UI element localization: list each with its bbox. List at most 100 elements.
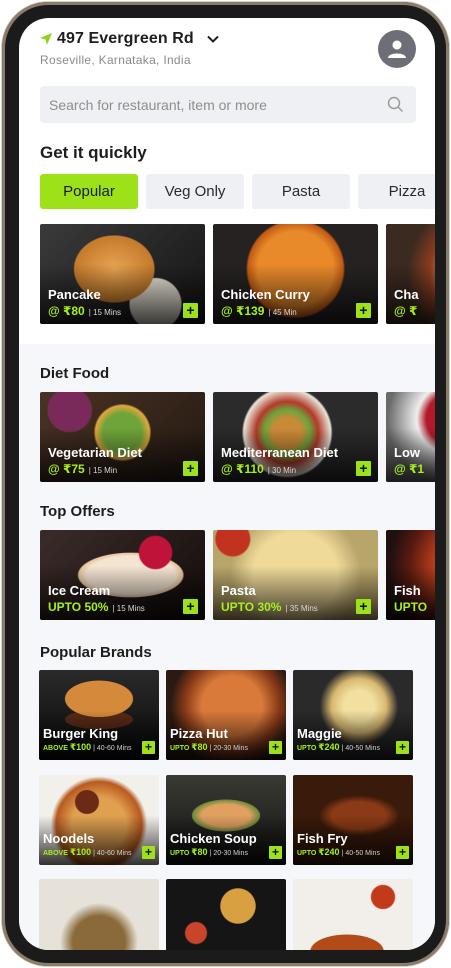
plus-icon[interactable]: + [356,461,371,476]
brand-offer: UPTO ₹240 | 40-50 Mins [297,847,380,858]
time: | 45 Min [268,308,297,317]
time: | 30 Min [267,466,297,475]
food-card-vegetarian-diet[interactable]: Vegetarian Diet @ ₹75 | 15 Min + [40,392,205,482]
card-price: @ ₹75 | 15 Min [48,462,117,476]
plus-icon[interactable]: + [183,303,198,318]
section-title-get-it-quickly: Get it quickly [40,143,147,162]
offer-amount: ₹80 [191,847,208,857]
card-price: UPTO 50% | 15 Mins [48,600,145,614]
food-card-fish-partial[interactable]: Fish UPTO [386,530,435,620]
brand-card-chicken-soup[interactable]: Chicken Soup UPTO ₹80 | 20-30 Mins + [166,775,286,865]
price: @ ₹1 [394,462,425,476]
brand-card-fish-fry[interactable]: Fish Fry UPTO ₹240 | 40-50 Mins + [293,775,413,865]
search-input[interactable] [40,86,416,123]
offer-prefix: UPTO [297,850,317,857]
food-card-mediterranean-diet[interactable]: Mediterranean Diet @ ₹110 | 30 Min + [213,392,378,482]
plus-icon[interactable]: + [396,741,409,754]
card-price: @ ₹80 | 15 Mins [48,304,121,318]
brand-title: Chicken Soup [170,831,257,846]
time: | 35 Mins [285,604,318,613]
price: @ ₹110 [221,462,264,476]
food-card-chicken-curry[interactable]: Chicken Curry @ ₹139 | 45 Min + [213,224,378,324]
card-price: @ ₹110 | 30 Min [221,462,296,476]
brand-title: Pizza Hut [170,726,228,741]
location-title: 497 Evergreen Rd [57,30,194,47]
chip-pasta[interactable]: Pasta [252,174,350,209]
offer-amount: ₹100 [69,847,92,857]
time: | 40-60 Mins [93,850,132,857]
price: UPTO [394,600,428,614]
chip-pizza[interactable]: Pizza [358,174,435,209]
brand-card-burger-king[interactable]: Burger King ABOVE ₹100 | 40-60 Mins + [39,670,159,760]
brand-card-noodels[interactable]: Noodels ABOVE ₹100 | 40-60 Mins + [39,775,159,865]
offer-prefix: UPTO [170,745,190,752]
food-card-pancake[interactable]: Pancake @ ₹80 | 15 Mins + [40,224,205,324]
card-title: Pancake [48,287,101,302]
card-title: Low [394,445,420,460]
user-avatar-icon[interactable] [378,30,416,68]
brands-row-3 [39,879,413,950]
plus-icon[interactable]: + [142,846,155,859]
plus-icon[interactable]: + [269,846,282,859]
price: UPTO 30% [221,600,282,614]
user-icon [388,40,406,58]
plus-icon[interactable]: + [183,599,198,614]
brand-card-maggie[interactable]: Maggie UPTO ₹240 | 40-50 Mins + [293,670,413,760]
food-card-pasta[interactable]: Pasta UPTO 30% | 35 Mins + [213,530,378,620]
chip-popular[interactable]: Popular [40,174,138,209]
offer-prefix: ABOVE [43,850,68,857]
brand-card-fries[interactable] [166,879,286,950]
brands-row-2: Noodels ABOVE ₹100 | 40-60 Mins + Chicken… [39,775,413,865]
food-card-partial[interactable]: Cha @ ₹ [386,224,435,324]
brand-card-bowl[interactable] [39,879,159,950]
brand-title: Fish Fry [297,831,348,846]
time: | 20-30 Mins [209,745,248,752]
phone-frame: 497 Evergreen Rd Roseville, Karnataka, I… [2,2,449,966]
brand-offer: UPTO ₹80 | 20-30 Mins [170,847,248,858]
time: | 40-60 Mins [93,745,132,752]
plus-icon[interactable]: + [356,599,371,614]
card-title: Pasta [221,583,256,598]
plus-icon[interactable]: + [356,303,371,318]
time: | 40-50 Mins [341,745,380,752]
card-price: UPTO 30% | 35 Mins [221,600,318,614]
brand-offer: UPTO ₹80 | 20-30 Mins [170,742,248,753]
offer-amount: ₹80 [191,742,208,752]
brand-title: Maggie [297,726,342,741]
brand-card-wings[interactable] [293,879,413,950]
brand-title: Noodels [43,831,95,846]
card-title: Mediterranean Diet [221,445,339,460]
food-card-ice-cream[interactable]: Ice Cream UPTO 50% | 15 Mins + [40,530,205,620]
plus-icon[interactable]: + [396,846,409,859]
plus-icon[interactable]: + [269,741,282,754]
section-title-top-offers: Top Offers [40,503,115,520]
category-chips: Popular Veg Only Pasta Pizza [40,174,435,209]
brand-card-pizza-hut[interactable]: Pizza Hut UPTO ₹80 | 20-30 Mins + [166,670,286,760]
diet-cards-row: Vegetarian Diet @ ₹75 | 15 Min + Mediterr… [40,392,435,482]
card-title: Fish [394,583,421,598]
offer-prefix: ABOVE [43,745,68,752]
card-title: Cha [394,287,419,302]
location-selector[interactable]: 497 Evergreen Rd [39,30,220,48]
plus-icon[interactable]: + [183,461,198,476]
price: UPTO 50% [48,600,109,614]
search-icon[interactable] [387,96,404,113]
brand-offer: ABOVE ₹100 | 40-60 Mins [43,742,132,753]
brand-offer: UPTO ₹240 | 40-50 Mins [297,742,380,753]
card-price: @ ₹ [394,304,417,318]
location-subtitle: Roseville, Karnataka, India [40,53,191,67]
time: | 15 Min [88,466,118,475]
food-card-low-partial[interactable]: Low @ ₹1 [386,392,435,482]
quick-cards-row: Pancake @ ₹80 | 15 Mins + Chicken Curry @… [40,224,435,324]
plus-icon[interactable]: + [142,741,155,754]
app-screen: 497 Evergreen Rd Roseville, Karnataka, I… [19,18,435,950]
price: @ ₹80 [48,304,85,318]
card-title: Chicken Curry [221,287,310,302]
time: | 15 Mins [112,604,145,613]
card-title: Ice Cream [48,583,111,598]
time: | 20-30 Mins [209,850,248,857]
chevron-down-icon[interactable] [206,32,220,46]
price: @ ₹139 [221,304,265,318]
chip-veg-only[interactable]: Veg Only [146,174,244,209]
card-title: Vegetarian Diet [48,445,142,460]
